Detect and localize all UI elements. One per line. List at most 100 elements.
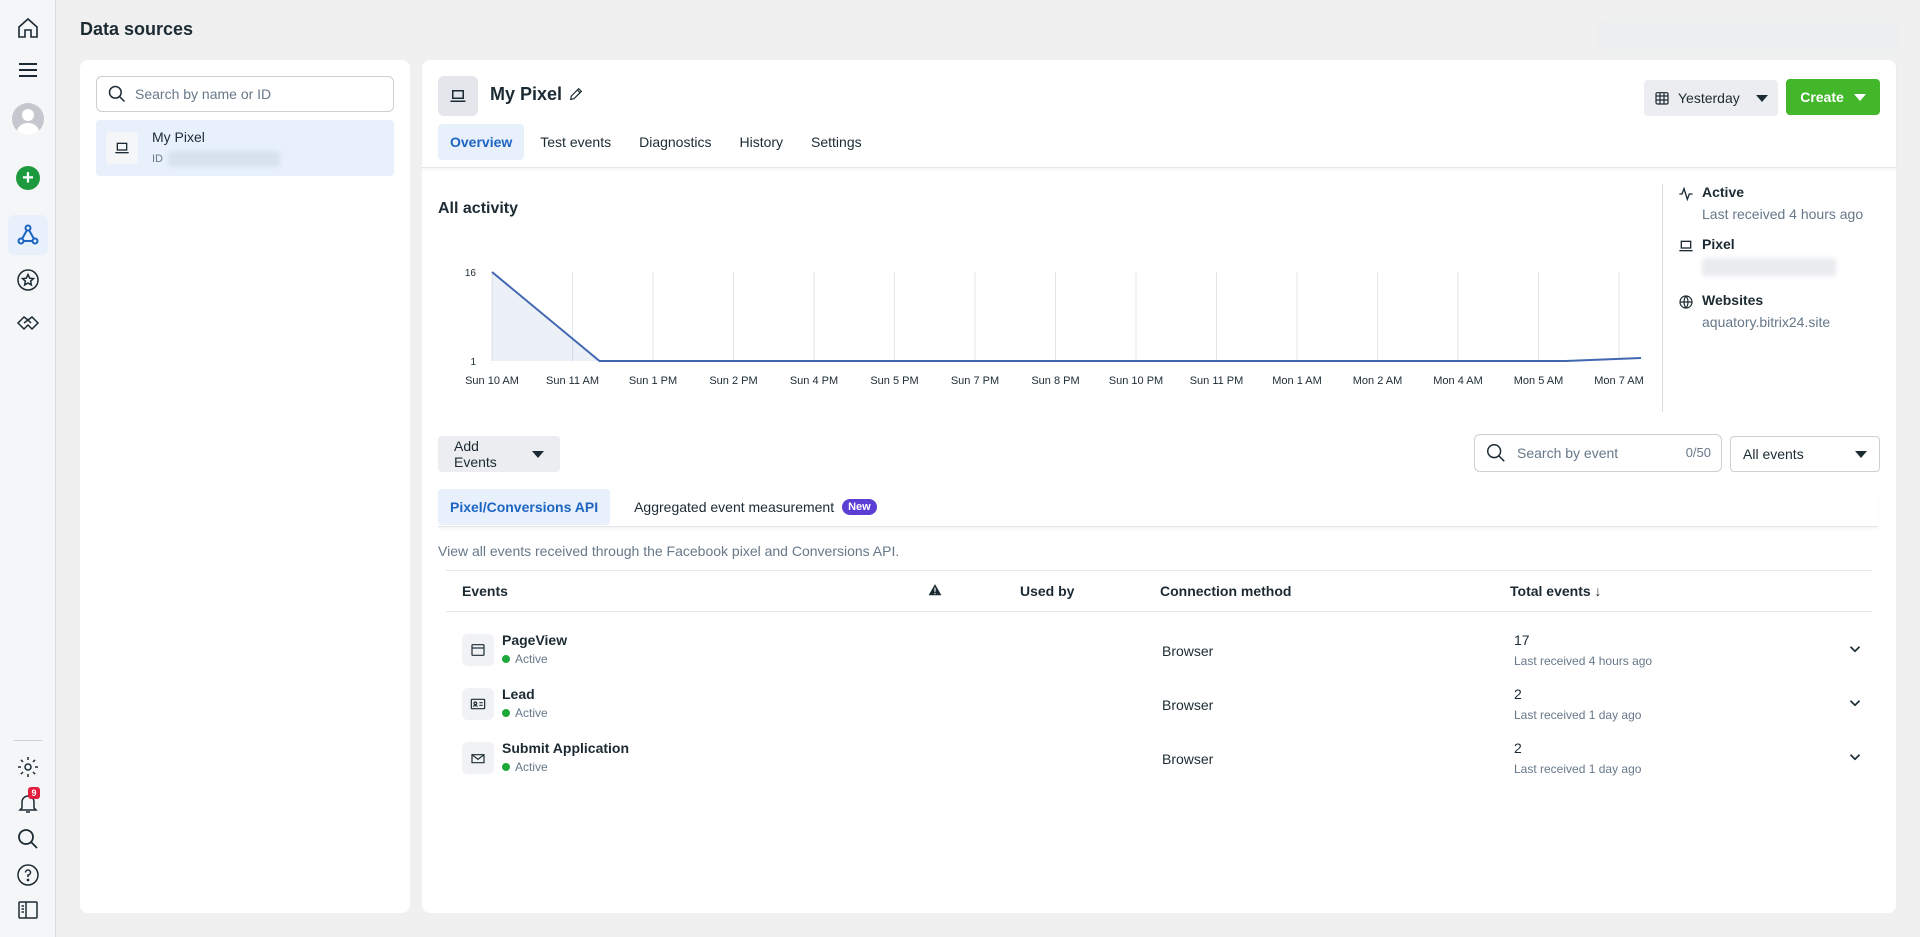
menu-icon[interactable] <box>8 50 48 90</box>
chart-x-tick-label: Sun 1 PM <box>629 375 677 387</box>
active-dot <box>502 763 510 771</box>
tab-settings[interactable]: Settings <box>799 124 874 160</box>
data-sources-list-panel: My Pixel ID <box>80 60 410 913</box>
account-selector[interactable] <box>1598 20 1898 52</box>
header-connection-method[interactable]: Connection method <box>1160 583 1291 599</box>
left-rail: + 9 <box>0 0 56 937</box>
chart-y-tick-label: 16 <box>465 268 477 279</box>
chart-x-tick-label: Sun 2 PM <box>709 375 757 387</box>
website-url[interactable]: aquatory.bitrix24.site <box>1702 314 1830 330</box>
event-status-label: Active <box>515 652 548 666</box>
create-button[interactable]: Create <box>1786 79 1880 115</box>
event-total: 17 <box>1514 632 1530 648</box>
tab-overview[interactable]: Overview <box>438 124 525 160</box>
chevron-down-icon[interactable] <box>1846 748 1864 766</box>
event-last-received: Last received 4 hours ago <box>1514 654 1653 668</box>
event-name: PageView <box>502 632 568 648</box>
event-last-received: Last received 1 day ago <box>1514 708 1642 722</box>
event-total: 2 <box>1514 686 1522 702</box>
chart-x-tick-label: Sun 10 PM <box>1109 375 1163 387</box>
chart-x-tick-label: Mon 4 AM <box>1433 375 1483 387</box>
tab-pixel-conversions-api[interactable]: Pixel/Conversions API <box>438 489 611 525</box>
laptop-icon <box>1679 240 1693 252</box>
chevron-down-icon <box>532 450 544 458</box>
calendar-icon <box>1655 92 1669 105</box>
source-name: My Pixel <box>152 129 205 145</box>
event-search[interactable]: 0/50 <box>1474 434 1722 472</box>
event-status: Active <box>502 760 548 774</box>
source-search[interactable] <box>96 76 394 112</box>
chart-x-tick-label: Sun 5 PM <box>870 375 918 387</box>
table-row[interactable]: Lead Active Browser 2 Last received 1 da… <box>446 676 1872 730</box>
date-range-dropdown[interactable]: Yesterday <box>1644 80 1778 116</box>
status-info: Active Last received 4 hours ago <box>1678 184 1863 222</box>
notification-count-badge: 9 <box>28 787 40 799</box>
tab-label: Pixel/Conversions API <box>450 499 599 515</box>
search-icon <box>1487 444 1505 462</box>
header-total-events[interactable]: Total events ↓ <box>1510 583 1602 599</box>
edit-pencil-icon[interactable] <box>566 84 586 104</box>
globe-icon <box>1679 295 1693 309</box>
chart-series-line <box>491 271 1642 362</box>
header-events[interactable]: Events <box>462 583 508 599</box>
avatar[interactable] <box>8 99 48 139</box>
event-name: Lead <box>502 686 535 702</box>
table-row[interactable]: Submit Application Active Browser 2 Last… <box>446 730 1872 784</box>
chevron-down-icon[interactable] <box>1846 694 1864 712</box>
tab-history[interactable]: History <box>727 124 795 160</box>
chart-y-tick-label: 1 <box>470 357 476 368</box>
add-events-button[interactable]: Add Events <box>438 436 560 472</box>
source-id-label: ID <box>152 153 163 165</box>
chevron-down-icon <box>1756 94 1768 102</box>
help-icon[interactable] <box>8 855 48 895</box>
active-dot <box>502 655 510 663</box>
events-manager-icon[interactable] <box>8 215 48 255</box>
chevron-down-icon <box>1853 93 1866 101</box>
event-search-input[interactable] <box>1517 445 1677 461</box>
laptop-icon <box>106 132 138 164</box>
event-status: Active <box>502 706 548 720</box>
websites-info: Websites aquatory.bitrix24.site <box>1678 292 1830 330</box>
source-search-input[interactable] <box>135 86 375 102</box>
chart-x-tick-label: Sun 8 PM <box>1031 375 1079 387</box>
pixel-title: My Pixel <box>490 84 563 104</box>
event-source-tabs: Pixel/Conversions API Aggregated event m… <box>438 489 1878 527</box>
event-status: Active <box>502 652 548 666</box>
chevron-down-icon <box>1855 450 1867 458</box>
event-status-label: Active <box>515 706 548 720</box>
chart-x-tick-label: Mon 7 AM <box>1594 375 1644 387</box>
home-icon[interactable] <box>8 8 48 48</box>
event-last-received: Last received 1 day ago <box>1514 762 1642 776</box>
event-filter-dropdown[interactable]: All events <box>1730 436 1880 472</box>
notifications-bell-icon[interactable]: 9 <box>8 783 48 823</box>
chart-x-tick-label: Mon 2 AM <box>1353 375 1403 387</box>
pixel-info: Pixel <box>1678 236 1836 276</box>
settings-gear-icon[interactable] <box>8 747 48 787</box>
search-icon[interactable] <box>8 819 48 859</box>
envelope-icon <box>462 742 494 774</box>
handshake-icon[interactable] <box>8 303 48 343</box>
add-events-label: Add Events <box>454 438 497 470</box>
star-icon[interactable] <box>8 260 48 300</box>
warning-icon <box>928 584 942 596</box>
table-header: Events Used by Connection method Total e… <box>446 570 1872 612</box>
create-plus-icon[interactable]: + <box>8 158 48 198</box>
activity-title: All activity <box>438 200 519 217</box>
header-used-by[interactable]: Used by <box>1020 583 1074 599</box>
chart-x-tick-label: Sun 7 PM <box>951 375 999 387</box>
event-connection-method: Browser <box>1162 751 1214 767</box>
activity-pulse-icon <box>1679 186 1693 202</box>
browser-window-icon <box>462 634 494 666</box>
source-item-my-pixel[interactable]: My Pixel ID <box>96 120 394 176</box>
chevron-down-icon[interactable] <box>1846 640 1864 658</box>
table-row[interactable]: PageView Active Browser 17 Last received… <box>446 622 1872 676</box>
event-name: Submit Application <box>502 740 630 756</box>
chart-x-tick-label: Mon 5 AM <box>1514 375 1564 387</box>
event-count: 0/50 <box>1685 445 1711 460</box>
tab-aggregated-event-measurement[interactable]: Aggregated event measurement New <box>622 489 889 525</box>
tab-test-events[interactable]: Test events <box>528 124 623 160</box>
pixel-label: Pixel <box>1702 236 1735 252</box>
pixel-tabs: Overview Test events Diagnostics History… <box>438 124 874 160</box>
tab-diagnostics[interactable]: Diagnostics <box>627 124 723 160</box>
sidebar-toggle-icon[interactable] <box>8 890 48 930</box>
